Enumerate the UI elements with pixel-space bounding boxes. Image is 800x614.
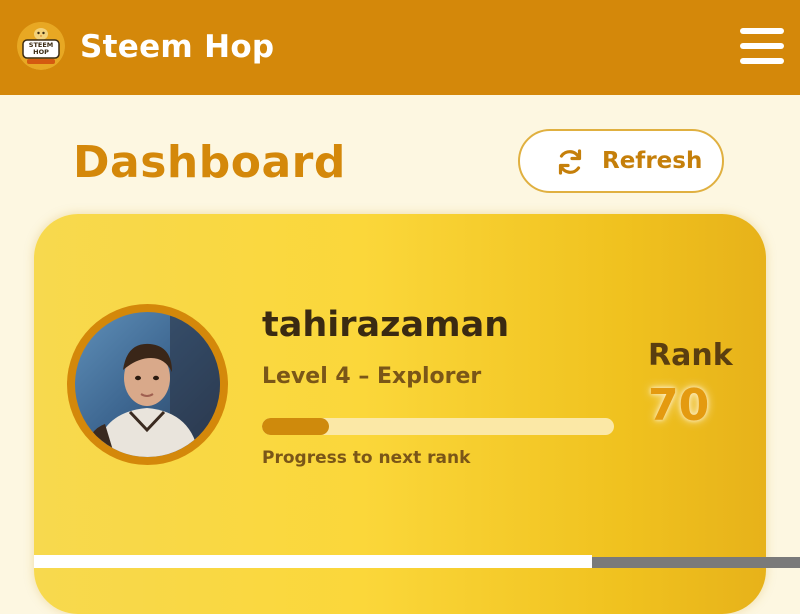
app-logo[interactable]: STEEM HOP [17,22,65,70]
refresh-icon [558,149,582,175]
hamburger-menu-button[interactable] [740,28,784,66]
app-title: Steem Hop [80,29,275,65]
logo-text: STEEM HOP [28,41,54,56]
page-title: Dashboard [73,137,346,188]
rank-label: Rank [648,338,733,373]
level-text: Level 4 – Explorer [262,364,482,389]
side-panel-edge [592,557,800,568]
refresh-label: Refresh [602,148,703,174]
username: tahirazaman [262,305,510,345]
avatar[interactable] [67,304,228,465]
rank-progress-fill [262,418,329,435]
menu-bar-middle [740,43,784,49]
rank-progress-bar [262,418,614,435]
avatar-image [75,312,220,457]
menu-bar-bottom [740,58,784,64]
refresh-button[interactable]: Refresh [518,129,724,193]
progress-label: Progress to next rank [262,448,471,468]
next-card-edge [34,555,592,568]
rank-value: 70 [648,380,710,431]
top-bar: STEEM HOP Steem Hop [0,0,800,95]
menu-bar-top [740,28,784,34]
profile-card: tahirazaman Level 4 – Explorer Progress … [34,214,766,614]
user-avatar-photo [75,312,220,457]
